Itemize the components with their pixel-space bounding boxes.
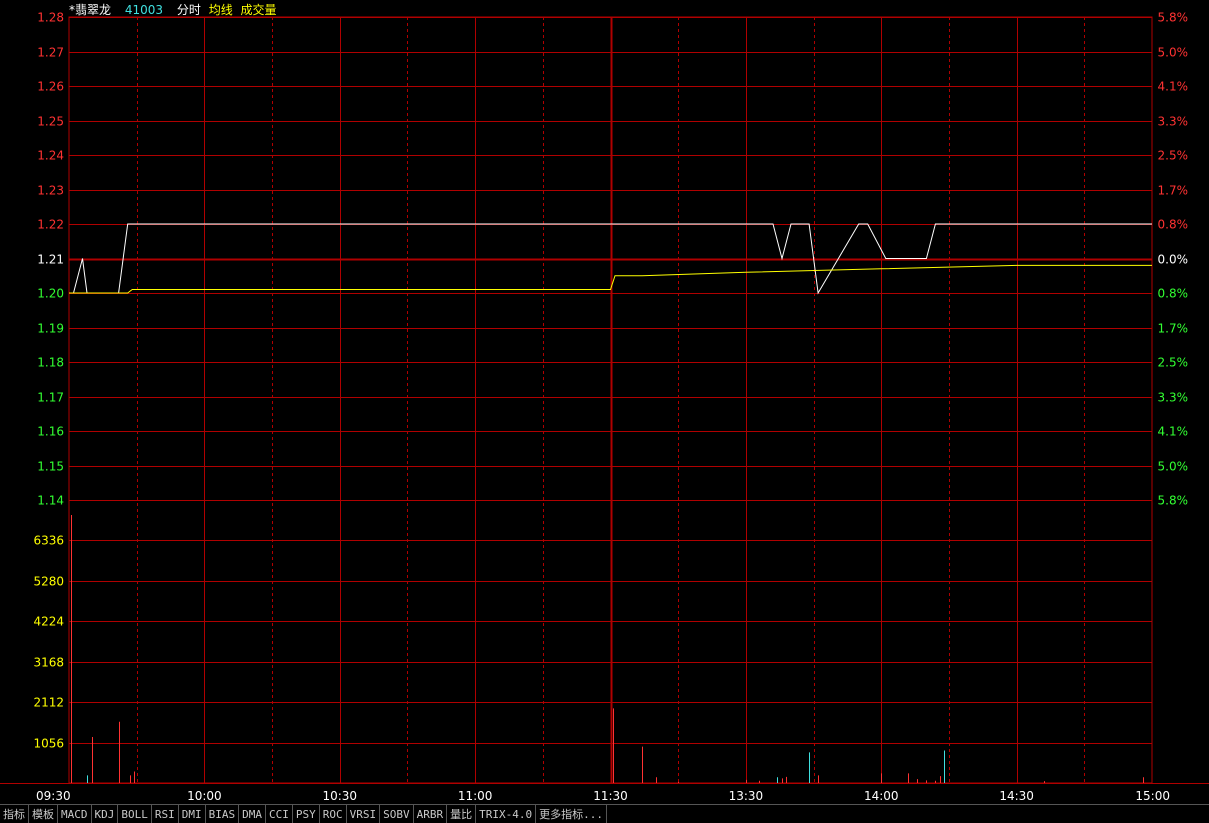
price-tick-label: 1.22 <box>37 218 64 232</box>
price-tick-label: 1.17 <box>37 391 64 405</box>
percent-tick-label: 1.7% <box>1158 184 1189 198</box>
percent-tick-label: 2.5% <box>1158 149 1189 163</box>
percent-tick-label: 4.1% <box>1158 80 1189 94</box>
tab-macd[interactable]: MACD <box>58 805 92 823</box>
tab-roc[interactable]: ROC <box>320 805 347 823</box>
tab-psy[interactable]: PSY <box>293 805 320 823</box>
tab-sobv[interactable]: SOBV <box>380 805 414 823</box>
percent-tick-label: 0.0% <box>1158 253 1189 267</box>
volume-axis: 6336 5280 4224 3168 2112 1056 <box>33 534 64 751</box>
percent-tick-label: 1.7% <box>1158 322 1189 336</box>
tab-volume-ratio[interactable]: 量比 <box>447 805 477 823</box>
tab-vrsi[interactable]: VRSI <box>347 805 381 823</box>
volume-tick-label: 2112 <box>33 696 64 710</box>
price-tick-label: 1.15 <box>37 460 64 474</box>
price-axis-left: 1.28 1.27 1.26 1.25 1.24 1.23 1.22 1.21 1.20 1.19… <box>37 11 64 508</box>
price-tick-label: 1.27 <box>37 46 64 60</box>
time-tick-label: 10:30 <box>322 789 357 803</box>
price-tick-label: 1.14 <box>37 494 64 508</box>
tab-more-indicators[interactable]: 更多指标... <box>536 805 607 823</box>
volume-tick-label: 1056 <box>33 737 64 751</box>
percent-tick-label: 3.3% <box>1158 115 1189 129</box>
percent-axis-right: 5.8% 5.0% 4.1% 3.3% 2.5% 1.7% 0.8% 0.0% 0.8% 1.7%… <box>1158 11 1189 508</box>
volume-tick-label: 6336 <box>33 534 64 548</box>
price-tick-label: 1.19 <box>37 322 64 336</box>
percent-tick-label: 3.3% <box>1158 391 1189 405</box>
percent-tick-label: 2.5% <box>1158 356 1189 370</box>
time-tick-label: 14:30 <box>999 789 1034 803</box>
percent-tick-label: 4.1% <box>1158 425 1189 439</box>
volume-tick-label: 5280 <box>33 575 64 589</box>
time-tick-label: 10:00 <box>187 789 222 803</box>
price-tick-label: 1.28 <box>37 11 64 25</box>
percent-tick-label: 0.8% <box>1158 287 1189 301</box>
tab-trix[interactable]: TRIX-4.0 <box>476 805 537 823</box>
chart-header: *翡翠龙 41003 分时 均线 成交量 <box>69 1 287 18</box>
price-tick-label: 1.25 <box>37 115 64 129</box>
time-tick-label: 11:30 <box>593 789 628 803</box>
price-tick-label: 1.26 <box>37 80 64 94</box>
label-timeshare: 分时 <box>176 3 201 17</box>
tab-bias[interactable]: BIAS <box>206 805 240 823</box>
label-avg: 均线 <box>208 3 233 17</box>
tab-arbr[interactable]: ARBR <box>414 805 448 823</box>
intraday-chart[interactable]: 1.28 1.27 1.26 1.25 1.24 1.23 1.22 1.21 1.20 1.19… <box>0 0 1209 804</box>
indicator-tabs: 指标 模板 MACD KDJ BOLL RSI DMI BIAS DMA CCI… <box>0 804 1209 823</box>
price-tick-label: 1.16 <box>37 425 64 439</box>
tab-cci[interactable]: CCI <box>266 805 293 823</box>
tab-dmi[interactable]: DMI <box>179 805 206 823</box>
volume-tick-label: 4224 <box>33 615 64 629</box>
percent-tick-label: 5.0% <box>1158 46 1189 60</box>
time-axis: 09:30 10:00 10:30 11:00 11:30 13:30 14:00 14:30… <box>36 789 1170 803</box>
percent-tick-label: 5.8% <box>1158 494 1189 508</box>
time-tick-label: 15:00 <box>1135 789 1170 803</box>
tab-kdj[interactable]: KDJ <box>92 805 119 823</box>
price-tick-label: 1.23 <box>37 184 64 198</box>
percent-tick-label: 5.8% <box>1158 11 1189 25</box>
volume-bars <box>71 515 1144 783</box>
percent-tick-label: 0.8% <box>1158 218 1189 232</box>
tab-rsi[interactable]: RSI <box>152 805 179 823</box>
percent-tick-label: 5.0% <box>1158 460 1189 474</box>
price-tick-label: 1.24 <box>37 149 64 163</box>
price-tick-label: 1.20 <box>37 287 64 301</box>
tab-indicator[interactable]: 指标 <box>0 805 29 823</box>
chart-grid <box>0 16 1209 784</box>
price-tick-label: 1.18 <box>37 356 64 370</box>
tab-boll[interactable]: BOLL <box>118 805 152 823</box>
tab-dma[interactable]: DMA <box>239 805 266 823</box>
label-volume: 成交量 <box>240 3 277 17</box>
stock-name: *翡翠龙 <box>69 3 112 17</box>
price-tick-label: 1.21 <box>37 253 64 267</box>
time-tick-label: 09:30 <box>36 789 71 803</box>
volume-tick-label: 3168 <box>33 656 64 670</box>
tab-template[interactable]: 模板 <box>29 805 58 823</box>
time-tick-label: 13:30 <box>729 789 764 803</box>
time-tick-label: 11:00 <box>458 789 493 803</box>
stock-code: 41003 <box>124 3 164 17</box>
time-tick-label: 14:00 <box>864 789 899 803</box>
